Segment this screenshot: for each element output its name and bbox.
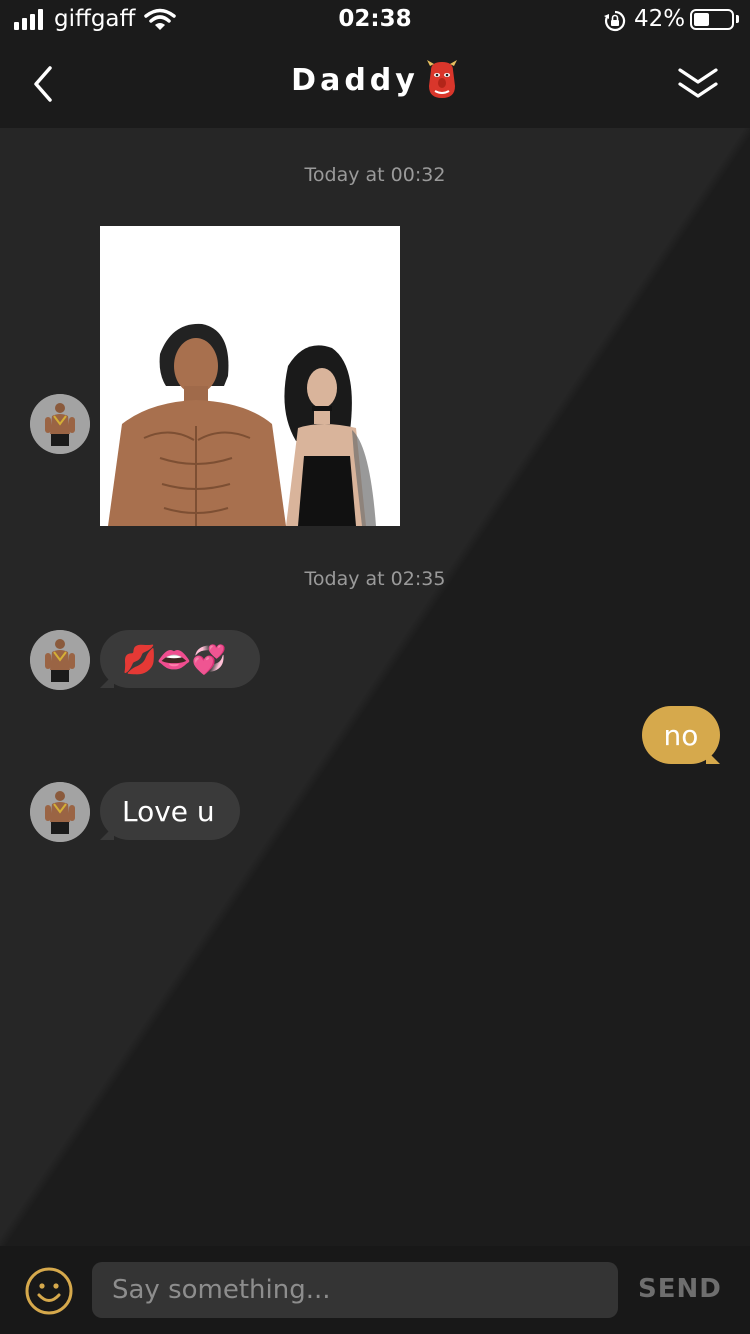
battery-percentage: 42% bbox=[634, 6, 686, 32]
avatar[interactable] bbox=[30, 630, 90, 690]
avatar-figure bbox=[30, 394, 90, 454]
avatar[interactable] bbox=[30, 782, 90, 842]
image-content bbox=[100, 226, 400, 526]
message-text: 💋👄💞 bbox=[122, 642, 227, 676]
shared-image[interactable] bbox=[100, 226, 400, 526]
avatar[interactable] bbox=[30, 394, 90, 454]
timestamp: Today at 00:32 bbox=[304, 164, 446, 186]
status-bar: giffgaff 02:38 42% bbox=[0, 0, 750, 40]
message-bubble-incoming[interactable]: 💋👄💞 bbox=[100, 630, 260, 688]
battery-icon bbox=[690, 9, 734, 30]
message-bubble-outgoing[interactable]: no bbox=[642, 706, 720, 764]
conversation-title: Daddy bbox=[0, 60, 750, 100]
battery-fill bbox=[694, 13, 709, 26]
timestamp: Today at 02:35 bbox=[304, 568, 446, 590]
message-input[interactable] bbox=[92, 1262, 618, 1318]
mask-icon bbox=[426, 60, 457, 98]
avatar-figure bbox=[30, 782, 90, 842]
smiley-icon[interactable] bbox=[24, 1266, 74, 1316]
message-text: Love u bbox=[122, 794, 215, 828]
battery-cap bbox=[736, 15, 739, 23]
nav-bar: Daddy bbox=[0, 40, 750, 128]
double-chevron-down-icon[interactable] bbox=[676, 64, 720, 104]
contact-name: Daddy bbox=[291, 62, 419, 98]
message-bubble-incoming[interactable]: Love u bbox=[100, 782, 240, 840]
message-composer: SEND bbox=[0, 1246, 750, 1334]
send-button[interactable]: SEND bbox=[638, 1274, 722, 1304]
avatar-figure bbox=[30, 630, 90, 690]
rotation-lock-icon bbox=[604, 10, 626, 32]
message-text: no bbox=[663, 718, 699, 752]
